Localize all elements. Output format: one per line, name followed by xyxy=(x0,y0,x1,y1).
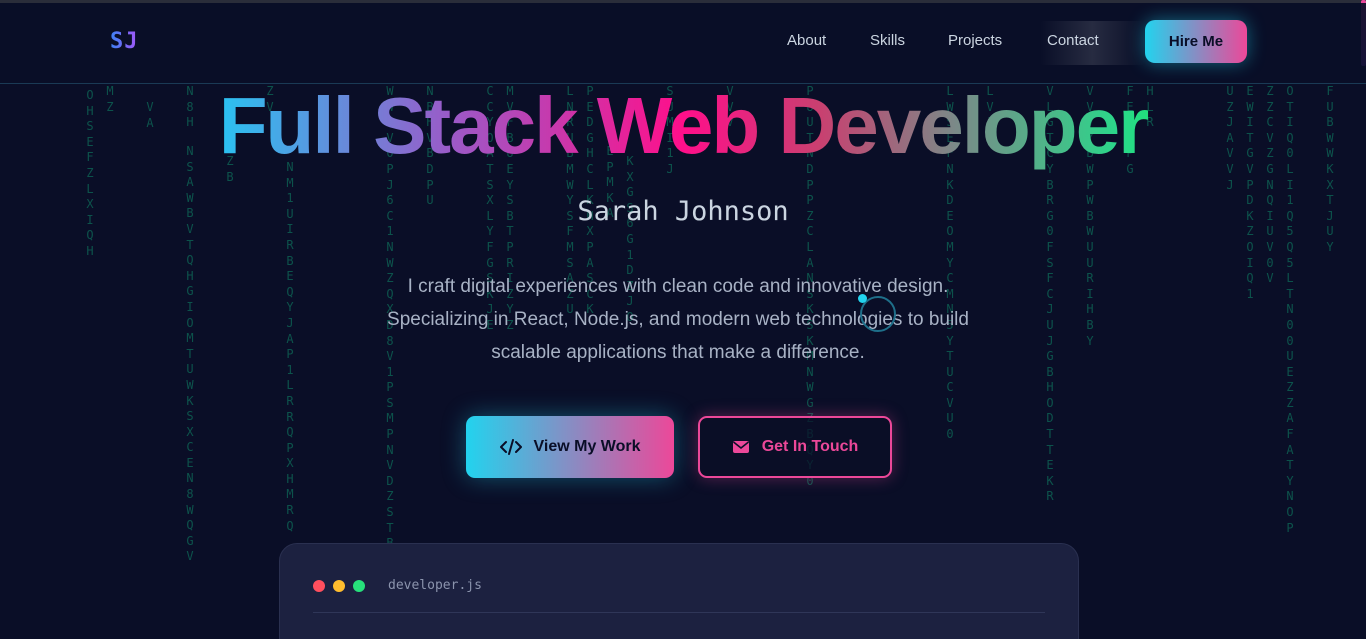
hire-me-button[interactable]: Hire Me xyxy=(1145,20,1247,63)
view-my-work-label: View My Work xyxy=(533,438,641,455)
hero-title: Full Stack Web Developer xyxy=(0,82,1366,170)
get-in-touch-label: Get In Touch xyxy=(761,438,859,455)
minimize-dot xyxy=(333,580,345,592)
nav-link-about[interactable]: About xyxy=(787,32,826,49)
close-dot xyxy=(313,580,325,592)
code-window-divider xyxy=(313,612,1045,613)
view-my-work-button[interactable]: View My Work xyxy=(466,416,674,478)
maximize-dot xyxy=(353,580,365,592)
envelope-icon xyxy=(732,440,750,454)
code-icon xyxy=(499,439,522,455)
nav-link-contact[interactable]: Contact xyxy=(1047,32,1099,49)
window-controls xyxy=(313,580,365,592)
code-window: developer.js xyxy=(279,543,1079,639)
custom-cursor-dot xyxy=(858,294,867,303)
hero-name: Sarah Johnson xyxy=(577,196,789,227)
nav-link-skills[interactable]: Skills xyxy=(870,32,905,49)
logo[interactable]: SJ xyxy=(110,29,139,54)
code-filename: developer.js xyxy=(388,578,482,593)
get-in-touch-button[interactable]: Get In Touch xyxy=(698,416,892,478)
nav-link-projects[interactable]: Projects xyxy=(948,32,1002,49)
navbar: SJ About Skills Projects Contact Hire Me xyxy=(0,3,1366,84)
